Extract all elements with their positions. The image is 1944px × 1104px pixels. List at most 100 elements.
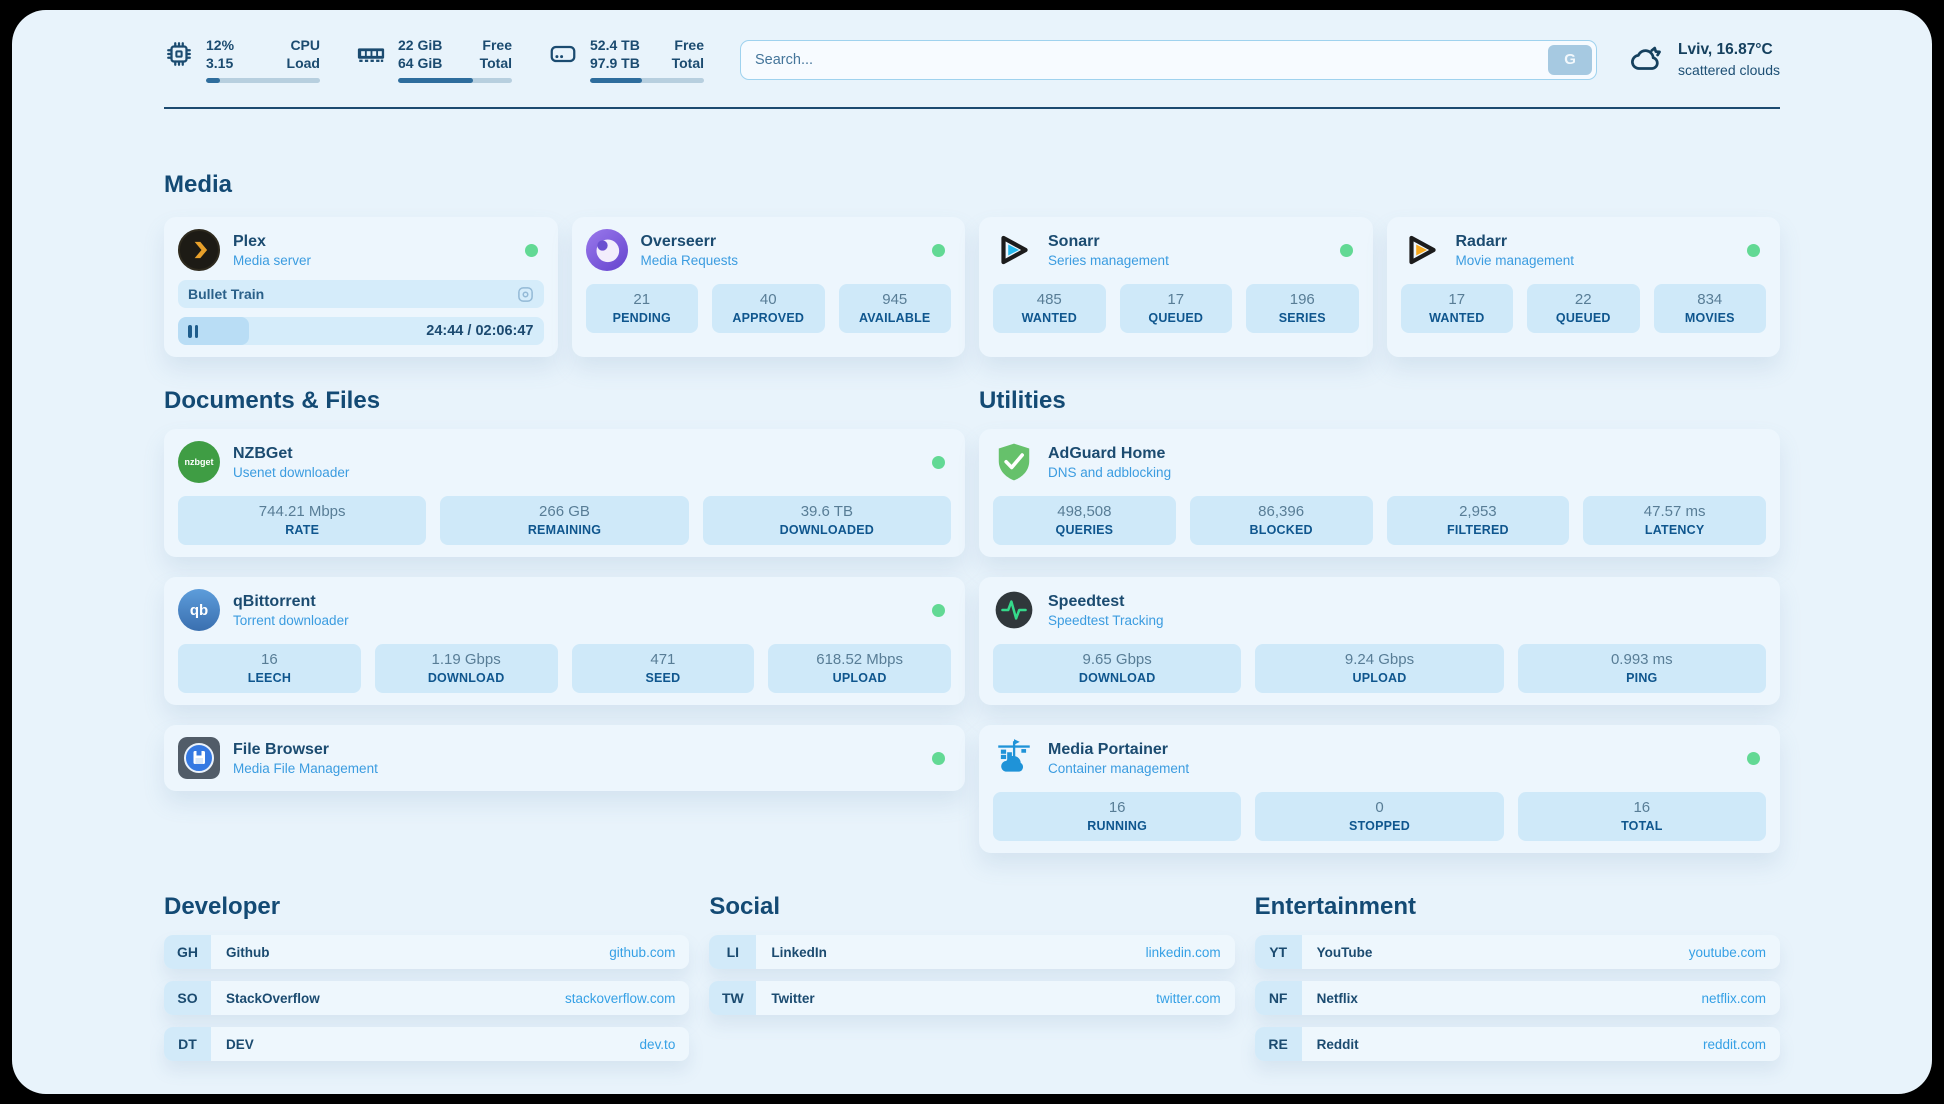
app-description: Media File Management [233, 761, 378, 776]
stat-chip: 196SERIES [1246, 284, 1359, 333]
bookmark-netflix[interactable]: NF Netflix netflix.com [1255, 981, 1780, 1015]
stat-chip: 485WANTED [993, 284, 1106, 333]
sonarr-icon [993, 229, 1035, 271]
ram-total-value: 64 GiB [398, 54, 442, 72]
disk-label-top: Free [674, 36, 704, 54]
disk-progress-fill [590, 78, 642, 83]
bookmark-twitter[interactable]: TW Twitter twitter.com [709, 981, 1234, 1015]
header-divider [164, 107, 1780, 109]
overseerr-icon [586, 229, 628, 271]
weather-location-temp: Lviv, 16.87°C [1678, 40, 1780, 61]
app-description: Media Requests [641, 253, 739, 268]
app-description: Speedtest Tracking [1048, 613, 1164, 628]
links-column-entertainment: Entertainment YT YouTube youtube.com NF … [1255, 893, 1780, 1061]
section-title-utilities: Utilities [979, 387, 1780, 415]
ram-free-value: 22 GiB [398, 36, 442, 54]
app-name: NZBGet [233, 445, 349, 463]
ram-progress-fill [398, 78, 473, 83]
top-bar: 12%CPU 3.15Load 22 GiBFree 64 G [164, 36, 1780, 83]
bookmark-dev[interactable]: DT DEV dev.to [164, 1027, 689, 1061]
bookmark-github[interactable]: GH Github github.com [164, 935, 689, 969]
stat-chip: 744.21 MbpsRATE [178, 496, 426, 545]
stat-chip: 618.52 MbpsUPLOAD [768, 644, 951, 693]
bookmark-url: netflix.com [1701, 981, 1780, 1015]
app-description: DNS and adblocking [1048, 465, 1171, 480]
cpu-label-bottom: Load [287, 54, 320, 72]
stat-chip: 9.24 GbpsUPLOAD [1255, 644, 1503, 693]
disk-free-value: 52.4 TB [590, 36, 640, 54]
app-card-radarr[interactable]: Radarr Movie management 17WANTED 22QUEUE… [1387, 217, 1781, 357]
app-description: Series management [1048, 253, 1169, 268]
app-card-filebrowser[interactable]: File Browser Media File Management [164, 725, 965, 791]
bookmark-abbr: YT [1255, 935, 1302, 969]
ram-icon [356, 39, 386, 69]
stat-chip: 2,953FILTERED [1387, 496, 1570, 545]
documents-column: Documents & Files nzbget NZBGet Usenet d… [164, 387, 965, 791]
bookmark-abbr: DT [164, 1027, 211, 1061]
stat-chip: 266 GBREMAINING [440, 496, 688, 545]
stat-chip: 1.19 GbpsDOWNLOAD [375, 644, 558, 693]
media-grid: Plex Media server Bullet Train 24:44 / 0… [164, 217, 1780, 357]
app-name: qBittorrent [233, 593, 349, 611]
speedtest-icon [993, 589, 1035, 631]
app-card-qbittorrent[interactable]: qb qBittorrent Torrent downloader 16LEEC… [164, 577, 965, 705]
stat-chip: 945AVAILABLE [839, 284, 952, 333]
bookmark-stackoverflow[interactable]: SO StackOverflow stackoverflow.com [164, 981, 689, 1015]
system-stats: 12%CPU 3.15Load 22 GiBFree 64 G [164, 36, 704, 83]
section-title-entertainment: Entertainment [1255, 893, 1780, 921]
qbittorrent-icon: qb [178, 589, 220, 631]
ram-progress-track [398, 78, 512, 83]
cpu-usage-value: 12% [206, 36, 234, 54]
app-name: Radarr [1456, 233, 1575, 251]
app-name: Media Portainer [1048, 741, 1189, 759]
bookmark-name: YouTube [1302, 935, 1373, 969]
app-card-overseerr[interactable]: Overseerr Media Requests 21PENDING 40APP… [572, 217, 966, 357]
app-description: Movie management [1456, 253, 1575, 268]
stat-chip: 47.57 msLATENCY [1583, 496, 1766, 545]
bookmark-reddit[interactable]: RE Reddit reddit.com [1255, 1027, 1780, 1061]
bookmark-youtube[interactable]: YT YouTube youtube.com [1255, 935, 1780, 969]
app-card-portainer[interactable]: Media Portainer Container management 16R… [979, 725, 1780, 853]
bookmark-name: LinkedIn [756, 935, 827, 969]
bookmark-abbr: LI [709, 935, 756, 969]
links-column-developer: Developer GH Github github.com SO StackO… [164, 893, 689, 1061]
stat-chip: 22QUEUED [1527, 284, 1640, 333]
bookmark-url: stackoverflow.com [565, 981, 689, 1015]
stat-chip: 21PENDING [586, 284, 699, 333]
cpu-progress-track [206, 78, 320, 83]
app-card-speedtest[interactable]: Speedtest Speedtest Tracking 9.65 GbpsDO… [979, 577, 1780, 705]
app-card-adguard[interactable]: AdGuard Home DNS and adblocking 498,508Q… [979, 429, 1780, 557]
now-playing-title: Bullet Train [188, 286, 264, 302]
bookmark-linkedin[interactable]: LI LinkedIn linkedin.com [709, 935, 1234, 969]
links-column-social: Social LI LinkedIn linkedin.com TW Twitt… [709, 893, 1234, 1061]
stat-chip: 16LEECH [178, 644, 361, 693]
adguard-icon [993, 441, 1035, 483]
stat-chip: 86,396BLOCKED [1190, 496, 1373, 545]
app-card-nzbget[interactable]: nzbget NZBGet Usenet downloader 744.21 M… [164, 429, 965, 557]
section-title-documents: Documents & Files [164, 387, 965, 415]
ram-label-bottom: Total [480, 54, 512, 72]
status-dot [1747, 244, 1760, 257]
bookmark-name: Github [211, 935, 270, 969]
status-dot [932, 244, 945, 257]
weather-condition: scattered clouds [1678, 61, 1780, 80]
bookmark-abbr: SO [164, 981, 211, 1015]
status-dot [525, 244, 538, 257]
bookmark-url: github.com [609, 935, 689, 969]
now-playing-progress-row: 24:44 / 02:06:47 [178, 317, 544, 345]
search-input[interactable] [740, 40, 1597, 80]
cpu-progress-fill [206, 78, 220, 83]
bookmark-name: StackOverflow [211, 981, 320, 1015]
app-description: Torrent downloader [233, 613, 349, 628]
disk-progress-track [590, 78, 704, 83]
ram-label-top: Free [482, 36, 512, 54]
stat-chip: 0STOPPED [1255, 792, 1503, 841]
app-description: Media server [233, 253, 311, 268]
app-card-sonarr[interactable]: Sonarr Series management 485WANTED 17QUE… [979, 217, 1373, 357]
bookmark-name: Reddit [1302, 1027, 1359, 1061]
app-card-plex[interactable]: Plex Media server Bullet Train 24:44 / 0… [164, 217, 558, 357]
cpu-stat: 12%CPU 3.15Load [164, 36, 320, 83]
stat-chip: 39.6 TBDOWNLOADED [703, 496, 951, 545]
search-provider-button[interactable]: G [1548, 45, 1592, 75]
app-name: Sonarr [1048, 233, 1169, 251]
